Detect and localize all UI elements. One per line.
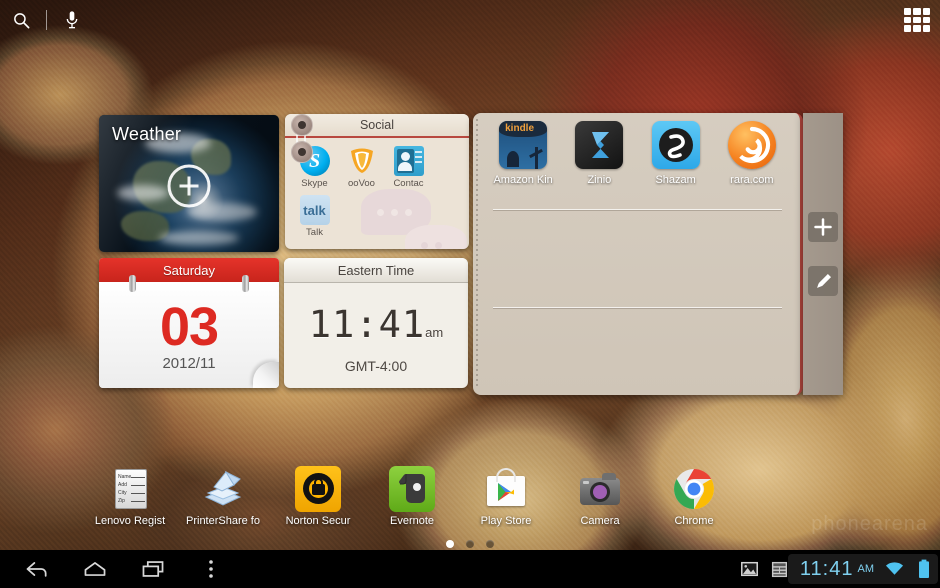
amazon-kindle-icon: kindle [499,121,548,169]
calendar-date: 2012/11 [162,355,216,372]
contacts-icon [393,146,424,176]
app-label: Amazon Kin [493,174,553,186]
dock-app-chrome[interactable]: Chrome [646,466,742,527]
add-widget-button[interactable] [808,212,838,242]
notifications-list-icon[interactable] [770,559,790,579]
social-app-list: S Skype ooVoo Contac talk Talk [291,142,465,238]
dock-app-label: Lenovo Regist [94,515,166,527]
dock-app-play-store[interactable]: Play Store [458,466,554,527]
app-shortcut-panel[interactable]: kindle Amazon Kin Zinio Shazam rara.com [473,113,803,395]
home-screen-dock: Name Add City Zip Lenovo Regist PrinterS… [0,462,940,540]
wifi-icon[interactable] [884,559,904,579]
screenshot-icon[interactable] [740,559,760,579]
status-bar-top [0,0,940,40]
social-app-talk[interactable]: talk Talk [291,195,338,238]
clock-gmt-offset: GMT-4:00 [344,358,408,374]
dock-app-label: Evernote [389,515,435,527]
calendar-ring-left [129,275,136,292]
status-bar-divider [46,10,47,30]
social-app-label: ooVoo [348,178,375,189]
plus-circle-icon[interactable] [167,164,211,208]
recent-apps-icon[interactable] [124,550,182,588]
google-chrome-icon [671,466,717,512]
system-clock[interactable]: 11:41 [800,558,854,581]
site-watermark: phonearena [811,513,928,535]
calendar-weekday: Saturday [99,258,279,282]
social-folder-widget[interactable]: Social S Skype ooVoo Contac talk Talk [285,114,469,249]
system-status-area[interactable]: 11:41 AM [740,550,934,588]
social-app-contacts[interactable]: Contac [385,146,432,189]
weather-widget[interactable]: Weather [99,115,279,252]
printershare-icon [200,466,246,512]
dock-app-label: Play Store [480,515,532,527]
zinio-icon [575,121,624,169]
camera-icon [577,466,623,512]
widget-snap-bottom[interactable] [291,141,313,163]
dock-app-label: Chrome [674,515,714,527]
norton-security-icon [295,466,341,512]
app-amazon-kindle[interactable]: kindle Amazon Kin [485,121,561,186]
page-dot-3[interactable] [486,540,494,548]
dock-app-norton-security[interactable]: Norton Secur [270,466,366,527]
calendar-ring-right [242,275,249,292]
microphone-icon[interactable] [51,0,93,40]
panel-divider-1 [493,209,782,210]
battery-full-icon[interactable] [914,559,934,579]
lenovo-registration-icon: Name Add City Zip [107,466,153,512]
social-app-label: Skype [301,178,328,189]
panel-toolbar [803,113,843,395]
app-label: Zinio [587,174,612,186]
edit-panel-button[interactable] [808,266,838,296]
google-talk-icon: talk [299,195,330,225]
system-clock-ampm: AM [857,563,875,575]
social-app-label: Contac [393,178,424,189]
dock-app-lenovo-registration[interactable]: Name Add City Zip Lenovo Regist [82,466,178,527]
oovoo-icon [347,146,377,176]
apps-grid-icon[interactable] [904,8,930,32]
app-panel-row: kindle Amazon Kin Zinio Shazam rara.com [485,121,790,186]
dock-app-evernote[interactable]: Evernote [364,466,460,527]
calendar-widget[interactable]: Saturday 03 2012/11 [99,258,279,388]
back-arrow-icon[interactable] [8,550,66,588]
page-indicator[interactable] [0,540,940,548]
clock-time-value: 11:41 [308,303,426,346]
shazam-icon [651,121,700,169]
evernote-icon [389,466,435,512]
app-label: rara.com [730,174,774,186]
google-play-store-icon [483,466,529,512]
app-label: Shazam [655,174,696,186]
world-clock-widget[interactable]: Eastern Time 11:41am GMT-4:00 [284,258,468,388]
dock-app-camera[interactable]: Camera [552,466,648,527]
system-navigation-bar: 11:41 AM [0,550,940,588]
dock-app-label: PrinterShare fo [186,515,260,527]
search-icon[interactable] [0,0,42,40]
calendar-day-number: 03 [159,297,219,357]
clock-ampm: am [425,325,444,340]
calendar-body: 03 2012/11 [99,282,279,388]
clock-time: 11:41am [284,303,468,346]
app-rara-com[interactable]: rara.com [714,121,790,186]
dock-app-label: Norton Secur [285,515,351,527]
rara-com-icon [727,121,776,169]
social-app-label: Talk [306,227,323,238]
clock-zone-title: Eastern Time [284,258,468,283]
page-dot-1[interactable] [446,540,454,548]
widget-snap-top[interactable] [291,114,313,136]
app-zinio[interactable]: Zinio [561,121,637,186]
home-icon[interactable] [66,550,124,588]
page-dot-2[interactable] [466,540,474,548]
social-app-oovoo[interactable]: ooVoo [338,146,385,189]
app-shazam[interactable]: Shazam [638,121,714,186]
overflow-menu-icon[interactable] [182,550,240,588]
panel-divider-2 [493,307,782,308]
dock-app-label: Camera [580,515,620,527]
panel-perforation [476,119,478,389]
dock-app-printershare[interactable]: PrinterShare fo [175,466,271,527]
weather-title: Weather [112,124,182,144]
